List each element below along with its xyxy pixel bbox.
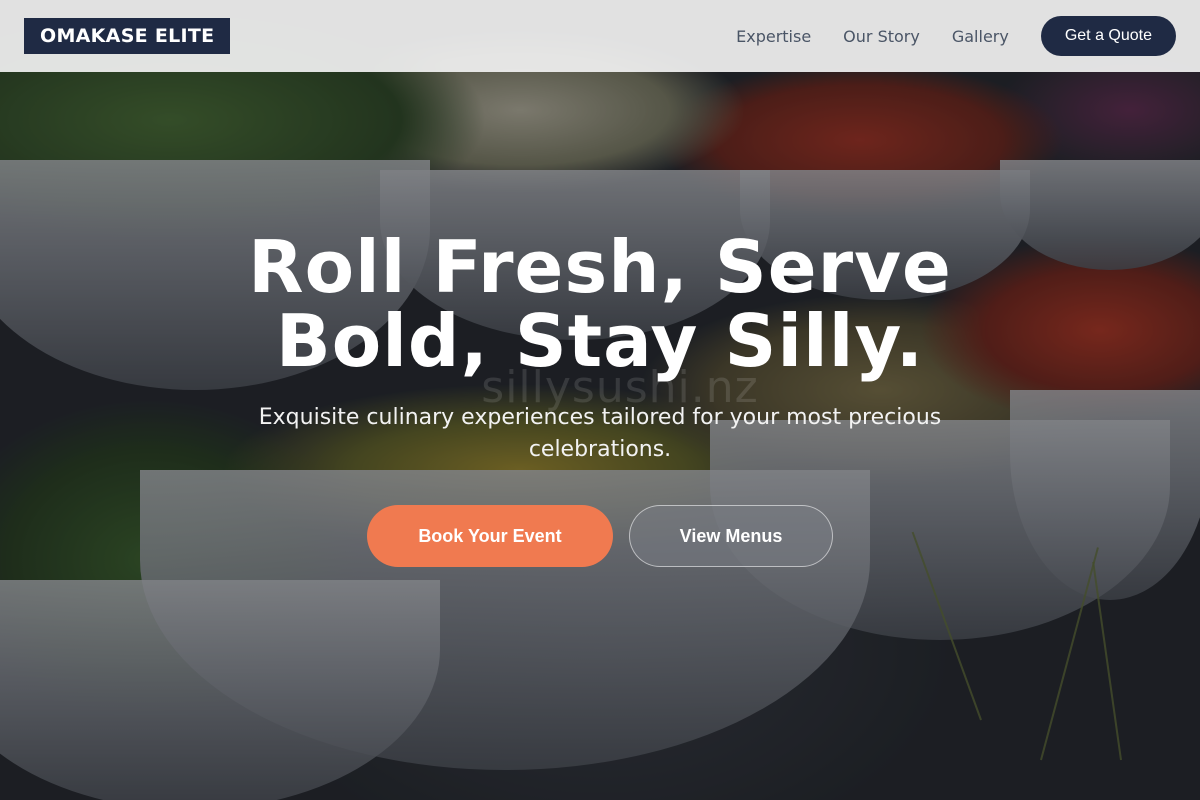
view-menus-button[interactable]: View Menus [629, 505, 833, 567]
hero-subtitle: Exquisite culinary experiences tailored … [258, 405, 942, 462]
nav-menu: Expertise Our Story Gallery Get a Quote [704, 16, 1176, 56]
top-navbar: OMAKASE ELITE Expertise Our Story Galler… [0, 0, 1200, 72]
nav-link-gallery[interactable]: Gallery [952, 27, 1009, 46]
nav-link-our-story[interactable]: Our Story [843, 27, 920, 46]
get-a-quote-button[interactable]: Get a Quote [1040, 16, 1176, 56]
hero-background-image: sillysushi.nz [0, 0, 1200, 800]
hero-headline: Roll Fresh, Serve Bold, Stay Silly. [248, 225, 952, 383]
book-your-event-button[interactable]: Book Your Event [367, 505, 613, 567]
nav-link-expertise[interactable]: Expertise [736, 27, 811, 46]
brand-logo[interactable]: OMAKASE ELITE [24, 18, 231, 54]
